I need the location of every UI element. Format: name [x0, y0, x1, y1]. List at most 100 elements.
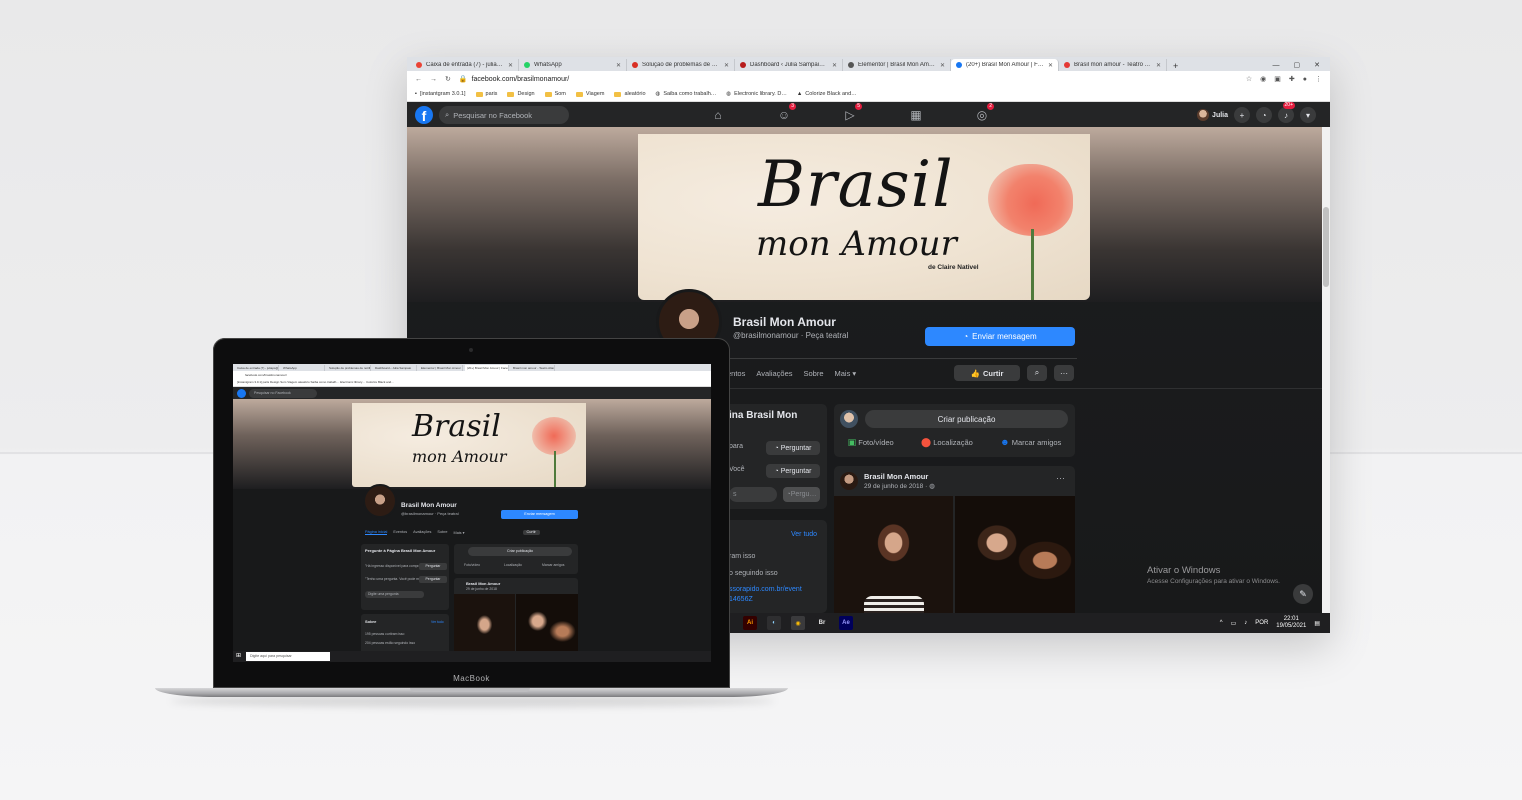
reload-icon[interactable]: ↻ — [445, 75, 451, 83]
facebook-logo-icon[interactable]: f — [415, 106, 433, 124]
question-input[interactable]: Digite uma pergunta — [365, 591, 424, 598]
send-message-button[interactable]: Enviar mensagem — [501, 510, 578, 519]
cover-photo[interactable]: Brasil mon Amour de Claire Nativel — [638, 134, 1090, 300]
browser-tab[interactable]: WhatsApp — [281, 364, 325, 371]
watch-icon[interactable]: ▷ 5 — [839, 103, 862, 122]
website-link[interactable]: 14656Z — [729, 596, 753, 603]
ask-submit-button[interactable]: ◔ Pergu… — [783, 487, 820, 502]
bookmark-item[interactable]: ▪ [instantgram 3.0.1] — [415, 91, 466, 97]
profile-chip[interactable]: Julia — [1197, 109, 1228, 121]
post-photo[interactable] — [955, 496, 1075, 613]
tag-friends-button[interactable]: ☻ Marcar amigos — [1000, 437, 1061, 448]
page-more-button[interactable]: ··· — [1054, 365, 1074, 381]
star-icon[interactable]: ☆ — [1246, 75, 1252, 83]
post-options-icon[interactable]: ··· — [1056, 473, 1065, 483]
close-window-icon[interactable]: ✕ — [1314, 61, 1320, 69]
close-tab-icon[interactable]: ✕ — [832, 62, 837, 69]
post-author[interactable]: Brasil Mon Amour — [864, 472, 928, 481]
tab-reviews[interactable]: Avaliações — [756, 369, 792, 378]
chevron-up-icon[interactable]: ^ — [1220, 620, 1223, 626]
after-effects-icon[interactable]: Ae — [839, 616, 853, 630]
extension-icon[interactable]: ▣ — [1274, 75, 1281, 83]
location-button[interactable]: ⬤ Localização — [921, 437, 973, 448]
create-post-button[interactable]: Criar publicação — [865, 410, 1068, 428]
profile-icon[interactable]: ● — [1303, 76, 1307, 83]
extension-icon[interactable]: ◉ — [1260, 75, 1266, 83]
tab-events[interactable]: Eventos — [393, 530, 407, 535]
plus-icon[interactable]: + — [1234, 107, 1250, 123]
tab-about[interactable]: Sobre — [437, 530, 447, 535]
friends-icon[interactable]: ☺ 3 — [773, 103, 796, 122]
like-page-button[interactable]: 👍 Curtir — [954, 365, 1020, 381]
facebook-search-input[interactable]: ⌕ Pesquisar no Facebook — [439, 106, 569, 124]
ask-button[interactable]: Perguntar — [419, 576, 447, 583]
new-tab-button[interactable]: + — [1167, 61, 1184, 71]
question-input[interactable]: s — [729, 487, 777, 502]
bookmark-folder[interactable]: paris — [475, 91, 497, 97]
bridge-icon[interactable]: Br — [815, 616, 829, 630]
scrollbar-thumb[interactable] — [1323, 207, 1329, 287]
browser-tab[interactable]: Solução de problemas de notifi… — [327, 364, 371, 371]
facebook-search-input[interactable]: Pesquisar no Facebook — [249, 389, 317, 398]
address-bar[interactable]: 🔒 facebook.com/brasilmonamour/ — [459, 74, 1238, 85]
back-icon[interactable]: ← — [415, 76, 422, 83]
page-search-button[interactable]: ⌕ — [1027, 365, 1047, 381]
volume-icon[interactable]: ♪ — [1244, 620, 1247, 626]
minimize-icon[interactable]: — — [1273, 62, 1280, 69]
notifications-icon[interactable]: ▤ — [1314, 620, 1320, 627]
account-menu-icon[interactable]: ▾ — [1300, 107, 1316, 123]
bookmark-folder[interactable]: Som — [544, 91, 566, 97]
home-icon[interactable]: ⌂ — [707, 108, 729, 122]
marketplace-icon[interactable]: ▦ — [905, 108, 927, 122]
bookmark-item[interactable]: ◍ Electronic library. D… — [726, 91, 787, 97]
see-all-link[interactable]: Ver tudo — [791, 531, 817, 538]
network-icon[interactable]: ▭ — [1231, 620, 1237, 627]
post-timestamp[interactable]: 29 de junho de 2018 · ◍ — [864, 482, 935, 490]
new-message-icon[interactable]: ✎ — [1293, 584, 1313, 604]
browser-tab[interactable]: Dashboard ‹ Julia Sampaio — W…✕ — [735, 59, 843, 71]
tab-reviews[interactable]: Avaliações — [413, 530, 431, 535]
language-indicator[interactable]: POR — [1255, 620, 1268, 626]
browser-tab[interactable]: Caixa de entrada (7) - juliaps@…✕ — [411, 59, 519, 71]
ask-button[interactable]: Perguntar — [419, 563, 447, 570]
chrome-icon[interactable]: ◉ — [791, 616, 805, 630]
browser-tab[interactable]: Brasil mon amour - Teatro Alian…✕ — [1059, 59, 1167, 71]
photo-video-button[interactable]: ▣ Foto/vídeo — [848, 437, 894, 448]
bookmark-folder[interactable]: Design — [507, 91, 535, 97]
maximize-icon[interactable]: ▢ — [1294, 61, 1301, 69]
ask-button[interactable]: ◔ Perguntar — [766, 464, 820, 478]
taskbar-search-input[interactable]: Digite aqui para pesquisar — [246, 652, 330, 661]
kebab-menu-icon[interactable]: ⋮ — [1315, 75, 1322, 83]
browser-tab-active[interactable]: (20+) Brasil Mon Amour | Faceb…✕ — [951, 59, 1059, 71]
bell-icon[interactable]: ♪ 20+ — [1278, 102, 1295, 123]
close-tab-icon[interactable]: ✕ — [1156, 62, 1161, 69]
tab-more[interactable]: Mais ▾ — [835, 369, 857, 378]
puzzle-icon[interactable]: ✚ — [1289, 75, 1295, 83]
create-post-button[interactable]: Criar publicação — [468, 547, 572, 556]
avatar[interactable] — [840, 472, 858, 490]
scrollbar[interactable] — [1322, 127, 1330, 613]
address-bar[interactable]: facebook.com/brasilmonamour/ — [233, 371, 711, 379]
windows-start-icon[interactable]: ⊞ — [236, 653, 243, 660]
facebook-logo-icon[interactable] — [237, 389, 246, 398]
browser-tab-active[interactable]: (20+) Brasil Mon Amour | Faceb… — [465, 364, 509, 371]
like-page-button[interactable]: Curtir — [522, 530, 540, 535]
close-tab-icon[interactable]: ✕ — [508, 62, 513, 69]
browser-tab[interactable]: Elementor | Brasil Mon Amour ✕ — [843, 59, 951, 71]
browser-tab[interactable]: Brasil mon amour - Teatro Alian… — [511, 364, 555, 371]
browser-tab[interactable]: Elementor | Brasil Mon Amour — [419, 364, 463, 371]
browser-tab[interactable]: Caixa de entrada (7) - juliaps@… — [235, 364, 279, 371]
bookmark-item[interactable]: ◍ Saiba como trabalh… — [656, 91, 717, 97]
tab-more[interactable]: Mais ▾ — [454, 530, 465, 535]
browser-tab[interactable]: WhatsApp ✕ — [519, 59, 627, 71]
paint-icon[interactable]: ◐ — [767, 616, 781, 630]
tag-friends-button[interactable]: Marcar amigos — [542, 563, 564, 567]
close-tab-icon[interactable]: ✕ — [940, 62, 945, 69]
groups-icon[interactable]: ◎ 2 — [971, 103, 994, 122]
tab-home[interactable]: Página inicial — [365, 530, 388, 535]
website-link[interactable]: ssorapido.com.br/event — [729, 586, 802, 593]
close-tab-icon[interactable]: ✕ — [616, 62, 621, 69]
location-button[interactable]: Localização — [504, 563, 522, 567]
messenger-icon[interactable]: ◔ — [1256, 107, 1272, 123]
tab-about[interactable]: Sobre — [804, 369, 824, 378]
